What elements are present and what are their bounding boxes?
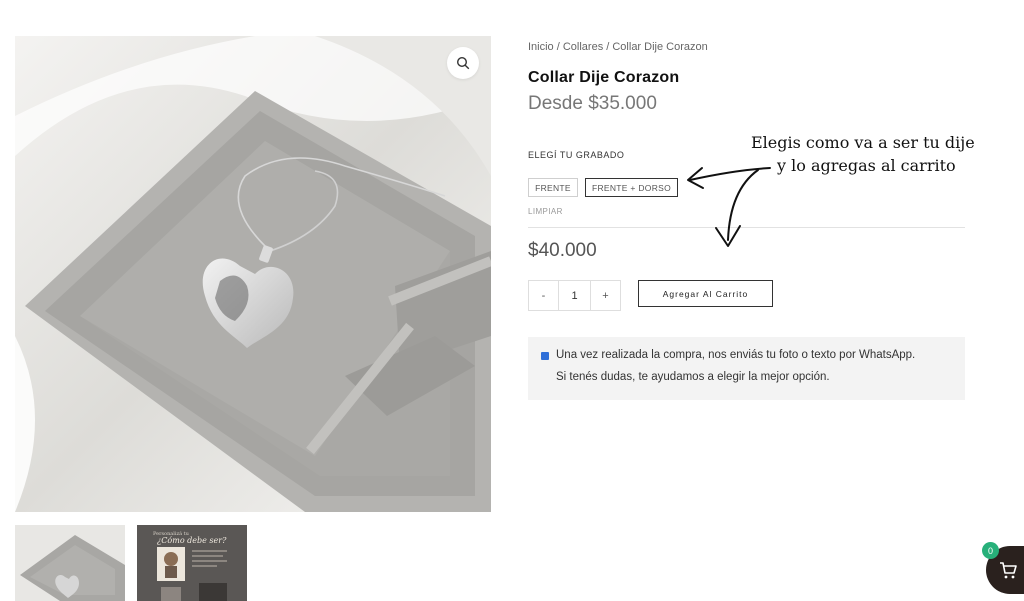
thumbnail-1[interactable] <box>15 525 125 601</box>
quantity-increase-button[interactable]: + <box>591 281 620 310</box>
add-to-cart-button[interactable]: Agregar Al Carrito <box>638 280 773 307</box>
quantity-stepper: - 1 + <box>528 280 621 311</box>
breadcrumb[interactable]: Inicio / Collares / Collar Dije Corazon <box>528 41 708 53</box>
info-icon <box>541 352 549 360</box>
quantity-input[interactable]: 1 <box>558 281 591 310</box>
option-frente-button[interactable]: FRENTE <box>528 178 578 197</box>
clear-selection-link[interactable]: LIMPIAR <box>528 207 563 216</box>
product-title: Collar Dije Corazon <box>528 69 680 86</box>
info-notice: Una vez realizada la compra, nos enviás … <box>528 337 965 400</box>
thumbnail-2[interactable]: Personalizá tu ¿Cómo debe ser? <box>137 525 247 601</box>
quantity-decrease-button[interactable]: - <box>529 281 558 310</box>
notice-line-1: Una vez realizada la compra, nos enviás … <box>556 349 916 361</box>
cart-icon <box>1000 562 1017 579</box>
product-main-image[interactable] <box>15 36 491 512</box>
option-frente-dorso-button[interactable]: FRENTE + DORSO <box>585 178 678 197</box>
zoom-icon <box>456 56 470 70</box>
annotation-line-2: y lo agregas al carrito <box>777 156 956 175</box>
engraving-option-label: ELEGÍ TU GRABADO <box>528 150 625 160</box>
zoom-button[interactable] <box>447 47 479 79</box>
selected-price: $40.000 <box>528 240 597 261</box>
divider <box>528 227 965 228</box>
annotation-line-1: Elegis como va a ser tu dije <box>751 133 975 152</box>
cart-count-badge: 0 <box>982 542 999 559</box>
price-range: Desde $35.000 <box>528 93 657 114</box>
notice-line-2: Si tenés dudas, te ayudamos a elegir la … <box>556 371 830 383</box>
